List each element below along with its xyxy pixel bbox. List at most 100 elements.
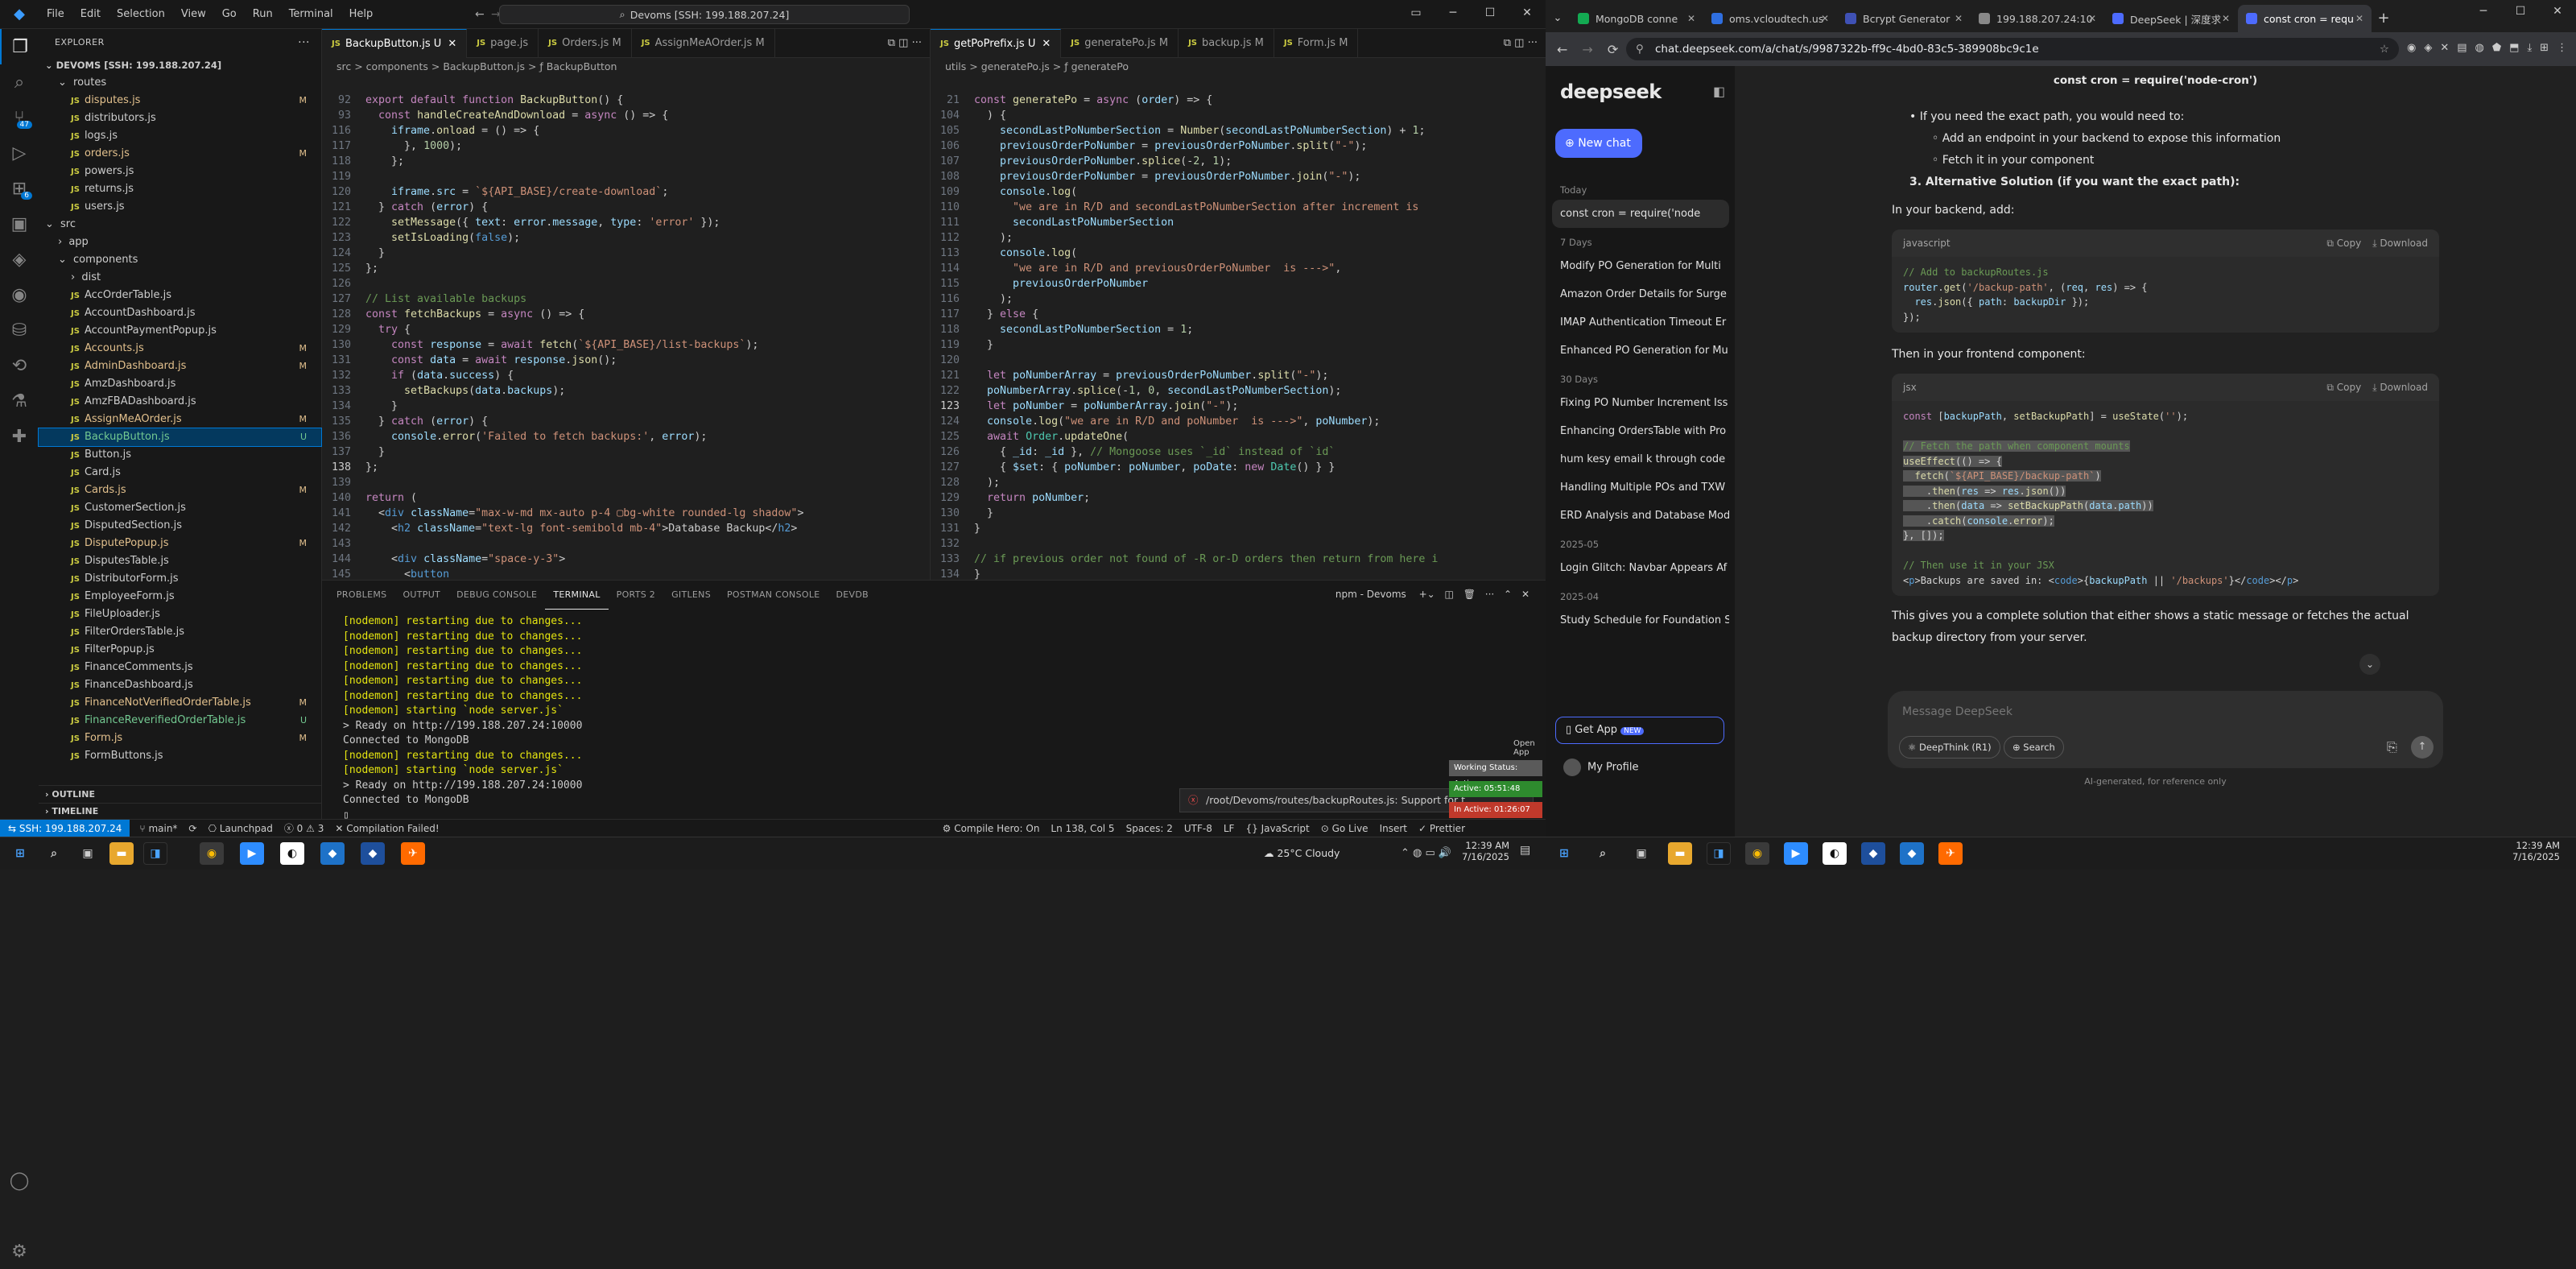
- browser-tab[interactable]: oms.vcloudtech.us ✕: [1703, 5, 1837, 32]
- outline-section[interactable]: › OUTLINE: [39, 785, 322, 803]
- launchpad-indicator[interactable]: ⎔ Launchpad: [208, 823, 272, 834]
- close-icon[interactable]: ✕: [1821, 13, 1829, 24]
- source-control-icon[interactable]: ⑂ 47: [0, 100, 39, 135]
- close-icon[interactable]: ✕: [1042, 30, 1051, 59]
- menu-item-go[interactable]: Go: [214, 8, 245, 20]
- store-icon[interactable]: ◨: [143, 842, 167, 865]
- testing-icon[interactable]: ⚗: [0, 383, 39, 419]
- code-editor-left[interactable]: 92 export default function BackupButton()…: [322, 76, 930, 580]
- menu-item-run[interactable]: Run: [245, 8, 281, 20]
- store-icon-2[interactable]: ◨: [1707, 842, 1731, 865]
- start-icon[interactable]: ⊞: [8, 842, 32, 865]
- code-content[interactable]: const [backupPath, setBackupPath] = useS…: [1892, 401, 2439, 596]
- file-item[interactable]: JS DisputesTable.js: [39, 552, 321, 570]
- search-icon-2[interactable]: ⌕: [1591, 842, 1615, 865]
- menu-item-terminal[interactable]: Terminal: [281, 8, 341, 20]
- folder-item[interactable]: ⌄ routes: [39, 74, 321, 92]
- file-item[interactable]: JS distributors.js: [39, 110, 321, 127]
- postman-icon-2[interactable]: ✈: [1938, 842, 1963, 865]
- indentation[interactable]: Spaces: 2: [1126, 823, 1173, 834]
- file-item[interactable]: JS DisputePopup.js M: [39, 535, 321, 552]
- chrome-icon[interactable]: ◉: [200, 842, 224, 865]
- zoom-icon[interactable]: ▶: [240, 842, 264, 865]
- back-icon[interactable]: ←: [1557, 42, 1567, 57]
- menu-item-help[interactable]: Help: [341, 8, 382, 20]
- vscode-icon-2[interactable]: ◆: [1861, 842, 1885, 865]
- menu-item-view[interactable]: View: [173, 8, 214, 20]
- terminal-shell-label[interactable]: npm - Devoms: [1335, 589, 1406, 600]
- file-item[interactable]: JS disputes.js M: [39, 92, 321, 110]
- editor-tab[interactable]: JS Form.js M: [1274, 29, 1359, 58]
- history-item[interactable]: Study Schedule for Foundation S: [1552, 606, 1729, 634]
- encoding[interactable]: UTF-8: [1184, 823, 1212, 834]
- panel-tab[interactable]: POSTMAN CONSOLE: [719, 581, 828, 610]
- problems-indicator[interactable]: ⓧ 0 ⚠ 3: [284, 821, 324, 835]
- editor-tab[interactable]: JS page.js: [467, 29, 539, 58]
- editor-tab[interactable]: JS AssignMeAOrder.js M: [632, 29, 775, 58]
- panel-tab[interactable]: DEVDB: [828, 581, 877, 610]
- file-explorer-icon[interactable]: ▬: [109, 842, 134, 865]
- explorer-icon[interactable]: ❐: [0, 29, 39, 64]
- database-icon[interactable]: ⛁: [0, 312, 39, 348]
- clock-left[interactable]: 12:39 AM 7/16/2025: [1461, 840, 1509, 862]
- compile-hero[interactable]: ⚙ Compile Hero: On: [943, 823, 1040, 834]
- file-item[interactable]: JS AmzDashboard.js: [39, 375, 321, 393]
- maximize-panel-icon[interactable]: ⌃: [1504, 589, 1512, 600]
- vscode-taskbar-icon[interactable]: ◆: [320, 842, 345, 865]
- prettier[interactable]: ✓ Prettier: [1418, 823, 1465, 834]
- editor-tab[interactable]: JS Orders.js M: [539, 29, 632, 58]
- download-button[interactable]: ⤓ Download: [2372, 382, 2428, 394]
- account-icon[interactable]: ◯: [0, 1163, 39, 1198]
- clock-right[interactable]: 12:39 AM 7/16/2025: [2512, 840, 2560, 862]
- browser-tab[interactable]: MongoDB conne ✕: [1570, 5, 1703, 32]
- history-item[interactable]: Login Glitch: Navbar Appears Af: [1552, 554, 1729, 582]
- code-content[interactable]: // Add to backupRoutes.js router.get('/b…: [1892, 257, 2439, 333]
- get-app-button[interactable]: ▯ Get App NEW: [1555, 717, 1724, 744]
- history-item[interactable]: Modify PO Generation for Multi: [1552, 252, 1729, 280]
- search-icon[interactable]: ⌕: [0, 64, 39, 100]
- file-item[interactable]: JS users.js: [39, 198, 321, 216]
- split-icon[interactable]: ◫: [1445, 589, 1454, 600]
- history-item[interactable]: Fixing PO Number Increment Iss: [1552, 389, 1729, 417]
- bookmark-star-icon[interactable]: ☆: [2380, 38, 2389, 60]
- history-item[interactable]: Amazon Order Details for Surge: [1552, 280, 1729, 308]
- sync-icon[interactable]: ⟳: [188, 823, 196, 834]
- search-icon[interactable]: ⌕: [42, 842, 66, 865]
- browser-tab[interactable]: const cron = requ ✕: [2238, 5, 2372, 32]
- file-item[interactable]: JS Card.js: [39, 464, 321, 482]
- tab-search-icon[interactable]: ⌄: [1546, 5, 1570, 32]
- start-icon-2[interactable]: ⊞: [1552, 842, 1576, 865]
- branch-indicator[interactable]: ⑂ main*: [139, 823, 177, 834]
- file-item[interactable]: JS logs.js: [39, 127, 321, 145]
- file-item[interactable]: JS FileUploader.js: [39, 606, 321, 623]
- search-toggle[interactable]: ⊕ Search: [2004, 736, 2064, 759]
- breadcrumb-right[interactable]: utils > generatePo.js > ƒ generatePo: [931, 58, 1546, 76]
- browser-tab[interactable]: Bcrypt Generator ✕: [1837, 5, 1971, 32]
- history-item[interactable]: ERD Analysis and Database Mod: [1552, 502, 1729, 530]
- new-chat-button[interactable]: ⊕ New chat: [1555, 129, 1642, 158]
- file-item[interactable]: JS AssignMeAOrder.js M: [39, 411, 321, 428]
- browser-tab[interactable]: DeepSeek | 深度求 ✕: [2104, 5, 2238, 32]
- file-item[interactable]: JS FormButtons.js: [39, 747, 321, 765]
- zoom-icon-2[interactable]: ▶: [1784, 842, 1808, 865]
- file-item[interactable]: JS FilterPopup.js: [39, 641, 321, 659]
- folder-item[interactable]: ⌄ src: [39, 216, 321, 234]
- open-app-label[interactable]: Open App: [1513, 739, 1546, 757]
- compile-status[interactable]: ✕ Compilation Failed!: [335, 823, 439, 834]
- close-icon[interactable]: ✕: [2539, 5, 2576, 18]
- maximize-icon[interactable]: ☐: [1472, 6, 1509, 19]
- attach-icon[interactable]: ⎘: [2387, 739, 2397, 755]
- panel-tab[interactable]: TERMINAL: [545, 581, 609, 610]
- file-item[interactable]: JS CustomerSection.js: [39, 499, 321, 517]
- history-item[interactable]: const cron = require('node: [1552, 200, 1729, 228]
- folder-item[interactable]: › dist: [39, 269, 321, 287]
- weather-widget[interactable]: ☁ 25°C Cloudy: [1264, 847, 1340, 859]
- deepseek-logo[interactable]: deepseek: [1560, 81, 1662, 103]
- postman-icon[interactable]: ◉: [0, 277, 39, 312]
- menu-item-selection[interactable]: Selection: [109, 8, 173, 20]
- close-icon[interactable]: ✕: [1509, 6, 1546, 19]
- close-icon[interactable]: ✕: [2222, 13, 2230, 24]
- history-item[interactable]: hum kesy email k through code: [1552, 445, 1729, 473]
- new-tab-icon[interactable]: +: [2372, 5, 2396, 32]
- minimize-icon[interactable]: ─: [1435, 6, 1472, 19]
